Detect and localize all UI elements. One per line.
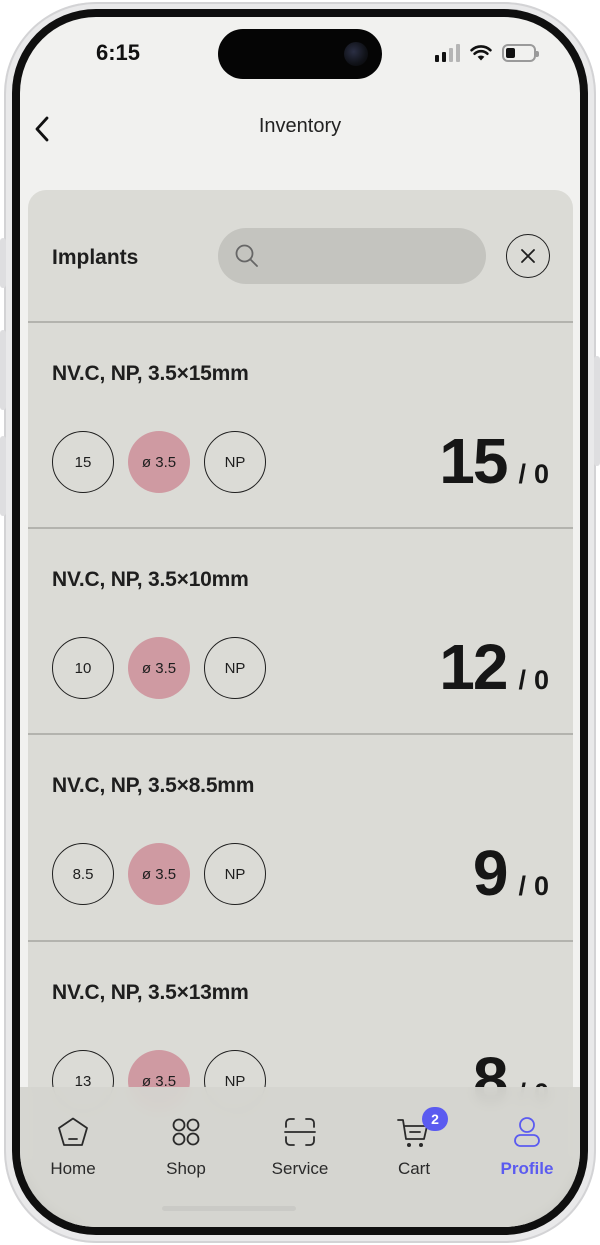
scan-icon [284, 1118, 316, 1146]
list-item[interactable]: NV.C, NP, 3.5×15mm 15 ø 3.5 NP 15 / 0 [28, 323, 573, 528]
quantity-available: 15 [439, 425, 508, 497]
tab-label: Profile [500, 1159, 554, 1178]
side-button-power [594, 356, 600, 466]
side-button-volume-down [0, 436, 6, 516]
tab-home[interactable]: Home [23, 1113, 123, 1193]
close-icon [521, 249, 535, 263]
status-time: 6:15 [96, 40, 141, 65]
tab-bar: Home Shop Service 2 Cart Profile [20, 1087, 580, 1227]
list-item[interactable]: NV.C, NP, 3.5×10mm 10 ø 3.5 NP 12 / 0 [28, 529, 573, 734]
quantity-separator: / [518, 665, 526, 695]
tab-label: Service [271, 1159, 329, 1178]
cart-badge: 2 [422, 1107, 448, 1131]
diameter-chip[interactable]: ø 3.5 [128, 637, 190, 699]
tab-service[interactable]: Service [250, 1113, 350, 1193]
quantity-reserved: 0 [533, 459, 549, 489]
platform-chip[interactable]: NP [204, 637, 266, 699]
item-name: NV.C, NP, 3.5×13mm [52, 981, 249, 1004]
quantity-reserved: 0 [533, 665, 549, 695]
panel-header: Implants [28, 190, 573, 322]
cellular-signal-icon [435, 44, 460, 62]
home-pentagon-icon [58, 1117, 88, 1146]
length-chip[interactable]: 10 [52, 637, 114, 699]
search-input[interactable] [270, 245, 470, 267]
quantity-separator: / [518, 871, 526, 901]
tab-cart[interactable]: 2 Cart [364, 1107, 464, 1193]
search-field[interactable] [218, 228, 486, 284]
quantity-reserved: 0 [533, 871, 549, 901]
length-chip[interactable]: 15 [52, 431, 114, 493]
tab-label: Cart [397, 1159, 431, 1178]
tab-shop[interactable]: Shop [136, 1113, 236, 1193]
platform-chip[interactable]: NP [204, 843, 266, 905]
platform-chip[interactable]: NP [204, 431, 266, 493]
tab-profile[interactable]: Profile [477, 1113, 577, 1193]
page-title: Inventory [258, 115, 342, 137]
wifi-icon [470, 45, 492, 61]
tab-label: Shop [166, 1159, 206, 1178]
quantity-available: 9 [472, 837, 509, 909]
item-name: NV.C, NP, 3.5×15mm [52, 362, 249, 385]
quantity: 15 / 0 [439, 424, 549, 498]
side-button-volume-up [0, 330, 6, 410]
camera-icon [344, 42, 368, 66]
screen: 6:15 Inventory Implants NV.C, NP, 3.5×15… [20, 17, 580, 1227]
quantity: 12 / 0 [439, 630, 549, 704]
grid-icon [172, 1118, 200, 1146]
quantity: 9 / 0 [473, 836, 549, 910]
diameter-chip[interactable]: ø 3.5 [128, 431, 190, 493]
battery-icon [502, 44, 539, 62]
side-button-action [0, 238, 6, 288]
dynamic-island [218, 29, 382, 79]
person-icon [514, 1117, 540, 1147]
quantity-available: 12 [439, 631, 508, 703]
diameter-chip[interactable]: ø 3.5 [128, 843, 190, 905]
search-icon [235, 244, 258, 267]
inventory-panel: Implants NV.C, NP, 3.5×15mm 15 ø 3.5 NP [28, 190, 573, 1227]
home-indicator [162, 1206, 296, 1211]
item-name: NV.C, NP, 3.5×10mm [52, 568, 249, 591]
item-name: NV.C, NP, 3.5×8.5mm [52, 774, 255, 797]
list-item[interactable]: NV.C, NP, 3.5×8.5mm 8.5 ø 3.5 NP 9 / 0 [28, 735, 573, 940]
category-title: Implants [52, 246, 139, 269]
clear-search-button[interactable] [506, 234, 550, 278]
length-chip[interactable]: 8.5 [52, 843, 114, 905]
status-icons [435, 43, 539, 63]
tab-label: Home [50, 1159, 96, 1178]
quantity-separator: / [518, 459, 526, 489]
